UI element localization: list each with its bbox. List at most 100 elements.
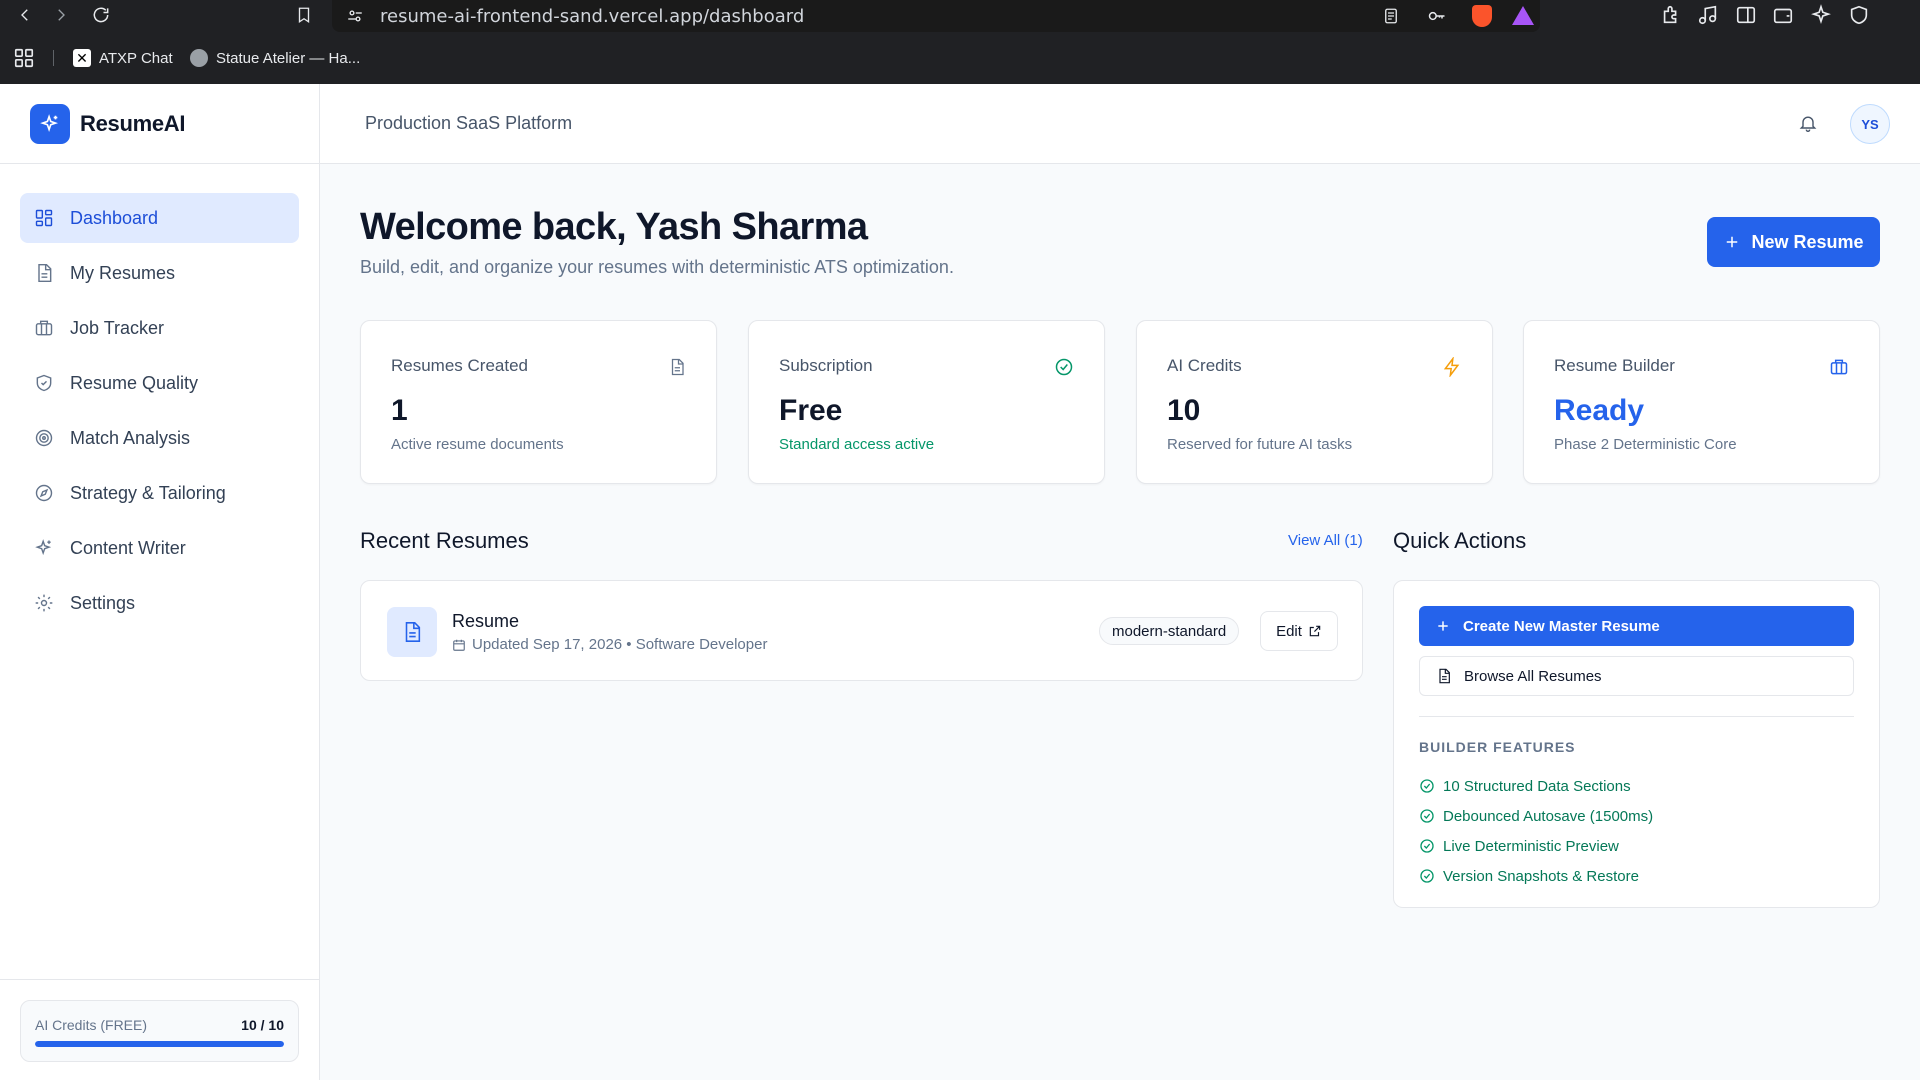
sidebar-item-content-writer[interactable]: Content Writer xyxy=(20,523,299,573)
sparkles-icon xyxy=(35,539,52,556)
resume-name: Resume xyxy=(452,611,520,631)
check-circle-icon xyxy=(1420,809,1434,823)
bookmark-label: Statue Atelier — Ha... xyxy=(216,49,361,67)
credits-meter: AI Credits (FREE) 10 / 10 xyxy=(20,1000,299,1062)
wallet-icon[interactable] xyxy=(1772,4,1794,26)
create-master-resume-button[interactable]: Create New Master Resume xyxy=(1419,606,1854,646)
music-icon[interactable] xyxy=(1697,4,1719,26)
url-text[interactable]: resume-ai-frontend-sand.vercel.app/dashb… xyxy=(380,6,804,27)
edit-button[interactable]: Edit xyxy=(1260,611,1338,651)
gear-icon xyxy=(35,594,53,612)
resume-card[interactable]: Resume Updated Sep 17, 2026 • Software D… xyxy=(360,580,1363,681)
stat-card-resume-builder: Resume Builder Ready Phase 2 Determinist… xyxy=(1523,320,1880,484)
brand[interactable]: ResumeAI xyxy=(0,84,320,164)
reader-mode-icon[interactable] xyxy=(1382,6,1400,26)
feature-item: Debounced Autosave (1500ms) xyxy=(1419,801,1653,831)
sidebar-item-strategy-tailoring[interactable]: Strategy & Tailoring xyxy=(20,468,299,518)
apps-grid-icon[interactable] xyxy=(13,47,35,69)
feature-label: Version Snapshots & Restore xyxy=(1443,867,1639,885)
sidebar-toggle-icon[interactable] xyxy=(1735,4,1757,26)
browse-resumes-button[interactable]: Browse All Resumes xyxy=(1419,656,1854,696)
create-master-resume-label: Create New Master Resume xyxy=(1463,617,1660,635)
vpn-shield-icon[interactable] xyxy=(1848,4,1870,26)
sidebar-item-my-resumes[interactable]: My Resumes xyxy=(20,248,299,298)
address-bar[interactable]: resume-ai-frontend-sand.vercel.app/dashb… xyxy=(332,0,1540,32)
back-icon[interactable] xyxy=(12,2,38,28)
top-header: Production SaaS Platform YS xyxy=(320,84,1920,164)
sidebar-nav: Dashboard My Resumes Job Tracker Resume … xyxy=(20,193,299,633)
template-badge: modern-standard xyxy=(1099,617,1240,645)
sidebar-item-label: Resume Quality xyxy=(70,372,199,393)
resume-meta: Updated Sep 17, 2026 • Software Develope… xyxy=(452,636,767,653)
sidebar-item-label: Dashboard xyxy=(70,207,159,228)
sidebar-divider xyxy=(0,979,320,980)
target-icon xyxy=(35,429,53,447)
credits-label: AI Credits (FREE) xyxy=(35,1017,148,1033)
document-icon xyxy=(38,263,52,283)
external-link-icon xyxy=(1309,625,1321,637)
resume-meta-text: Updated Sep 17, 2026 • Software Develope… xyxy=(472,636,768,653)
quick-actions-title: Quick Actions xyxy=(1393,528,1527,553)
credits-value: 10 / 10 xyxy=(241,1017,284,1033)
sidebar-item-label: Content Writer xyxy=(70,537,186,558)
bell-icon[interactable] xyxy=(1798,112,1818,139)
check-circle-icon xyxy=(1420,779,1434,793)
stat-label: Subscription xyxy=(779,356,873,375)
check-circle-icon xyxy=(1055,358,1073,376)
sidebar-item-label: Match Analysis xyxy=(70,427,191,448)
brave-rewards-icon[interactable] xyxy=(1512,6,1534,25)
bookmark-icon[interactable] xyxy=(291,2,317,28)
document-icon xyxy=(387,607,437,657)
key-icon[interactable] xyxy=(1426,6,1448,26)
stat-value: Free xyxy=(779,394,843,427)
new-resume-button[interactable]: New Resume xyxy=(1707,217,1880,267)
stat-subtext: Phase 2 Deterministic Core xyxy=(1554,436,1737,453)
bookmark-divider xyxy=(53,50,54,66)
sidebar: ResumeAI Dashboard My Resumes Job Tracke… xyxy=(0,84,320,1080)
divider xyxy=(1419,716,1854,717)
edit-label: Edit xyxy=(1276,622,1302,640)
sidebar-item-settings[interactable]: Settings xyxy=(20,578,299,628)
stat-subtext: Reserved for future AI tasks xyxy=(1167,436,1353,453)
stat-subtext: Standard access active xyxy=(779,436,935,453)
browser-chrome: resume-ai-frontend-sand.vercel.app/dashb… xyxy=(0,0,1920,84)
brand-name: ResumeAI xyxy=(80,111,186,136)
builder-features-list: 10 Structured Data Sections Debounced Au… xyxy=(1419,771,1653,891)
sidebar-item-dashboard[interactable]: Dashboard xyxy=(20,193,299,243)
compass-icon xyxy=(35,484,53,502)
view-all-link[interactable]: View All (1) xyxy=(1288,532,1363,549)
stat-card-subscription: Subscription Free Standard access active xyxy=(748,320,1105,484)
credits-progress-fill xyxy=(35,1041,284,1047)
x-logo-icon: ✕ xyxy=(73,49,91,67)
site-settings-icon[interactable] xyxy=(346,7,364,25)
check-circle-icon xyxy=(1420,869,1434,883)
feature-label: 10 Structured Data Sections xyxy=(1443,777,1631,795)
stat-card-resumes-created: Resumes Created 1 Active resume document… xyxy=(360,320,717,484)
leo-ai-icon[interactable] xyxy=(1810,4,1832,26)
sidebar-item-resume-quality[interactable]: Resume Quality xyxy=(20,358,299,408)
sidebar-item-label: My Resumes xyxy=(70,262,176,283)
calendar-icon xyxy=(453,639,465,651)
new-resume-label: New Resume xyxy=(1751,231,1864,252)
sidebar-item-label: Strategy & Tailoring xyxy=(70,482,226,503)
plus-icon xyxy=(1438,621,1448,631)
bookmark-statue-atelier[interactable]: Statue Atelier — Ha... xyxy=(190,44,360,72)
briefcase-icon xyxy=(1830,359,1848,375)
plus-icon xyxy=(1727,236,1738,248)
quick-actions-card: Create New Master Resume Browse All Resu… xyxy=(1393,580,1880,908)
document-icon xyxy=(1439,668,1450,684)
feature-label: Debounced Autosave (1500ms) xyxy=(1443,807,1654,825)
feature-label: Live Deterministic Preview xyxy=(1443,837,1619,855)
stat-value: 1 xyxy=(391,394,408,427)
browse-resumes-label: Browse All Resumes xyxy=(1464,667,1602,685)
grid-icon xyxy=(35,209,53,227)
sidebar-item-label: Settings xyxy=(70,592,136,613)
reload-icon[interactable] xyxy=(88,2,114,28)
bookmark-atxp-chat[interactable]: ✕ ATXP Chat xyxy=(73,44,173,72)
sidebar-item-job-tracker[interactable]: Job Tracker xyxy=(20,303,299,353)
avatar[interactable]: YS xyxy=(1850,104,1890,144)
brave-shield-icon[interactable] xyxy=(1472,5,1492,27)
extensions-icon[interactable] xyxy=(1660,4,1682,26)
forward-icon[interactable] xyxy=(48,2,74,28)
sidebar-item-match-analysis[interactable]: Match Analysis xyxy=(20,413,299,463)
